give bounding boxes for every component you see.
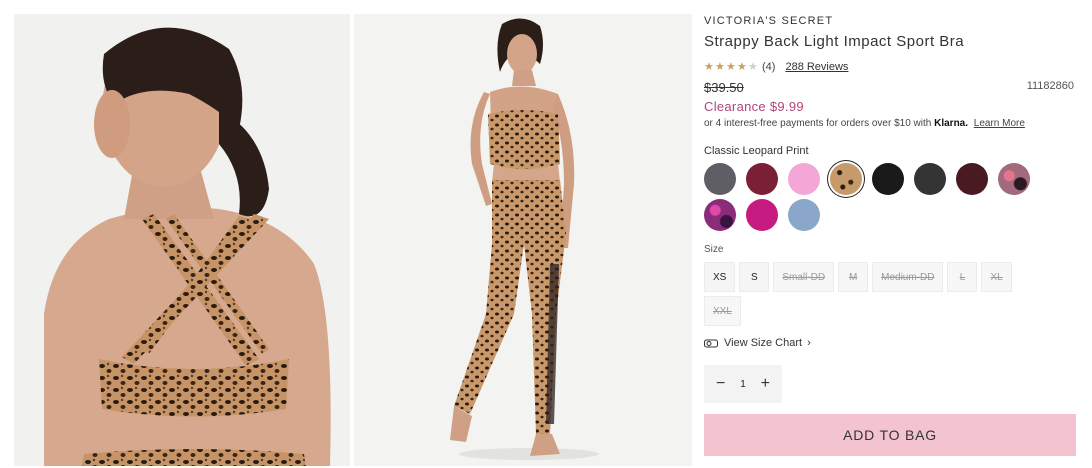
star-rating[interactable]: ★ ★ ★ ★ ★ [704,60,759,73]
installments-text: or 4 interest-free payments for orders o… [704,118,932,129]
size-options: XS S Small-DD M Medium-DD L XL XXL [704,262,1044,326]
color-swatch-purple-floral[interactable] [704,199,736,231]
reviews-link[interactable]: 288 Reviews [785,61,848,73]
size-option-xs[interactable]: XS [704,262,736,292]
rating-count: (4) [762,61,776,73]
back-view-illustration [14,14,350,466]
selected-color-label: Classic Leopard Print [704,145,809,157]
size-option-small-dd[interactable]: Small-DD [773,262,835,292]
size-option-m[interactable]: M [838,262,869,292]
rating-row: ★ ★ ★ ★ ★ (4) 288 Reviews [704,60,1078,74]
original-price: $39.50 [704,80,744,95]
color-swatch-charcoal-print[interactable] [914,163,946,195]
color-swatch-black[interactable] [872,163,904,195]
learn-more-link[interactable]: Learn More [974,118,1025,129]
size-option-medium-dd[interactable]: Medium-DD [872,262,944,292]
size-label: Size [704,244,724,255]
product-gallery [14,14,692,466]
color-swatch-heather-grey[interactable] [704,163,736,195]
color-swatch-classic-leopard[interactable] [830,163,862,195]
star-icon: ★ [715,60,725,73]
color-swatch-burgundy[interactable] [746,163,778,195]
product-photo-full[interactable] [354,14,692,466]
star-empty-icon: ★ [748,60,758,73]
star-icon: ★ [704,60,714,73]
klarna-logo: Klarna. [934,118,969,129]
quantity-stepper: − 1 + [704,365,782,403]
size-option-xl[interactable]: XL [981,262,1012,292]
product-details: VICTORIA'S SECRET Strappy Back Light Imp… [704,14,1078,456]
size-option-xxl[interactable]: XXL [704,296,741,326]
star-icon: ★ [726,60,736,73]
measuring-tape-icon [704,339,718,348]
size-option-l[interactable]: L [947,262,978,292]
add-to-bag-button[interactable]: ADD TO BAG [704,414,1076,456]
product-title: Strappy Back Light Impact Sport Bra [704,33,965,50]
product-photo-back[interactable] [14,14,350,466]
quantity-value[interactable]: 1 [740,379,746,390]
chevron-right-icon: › [807,337,811,349]
size-chart-link[interactable]: View Size Chart › [704,335,1078,351]
size-option-s[interactable]: S [739,262,770,292]
color-swatch-pink-floral[interactable] [998,163,1030,195]
sale-price: Clearance $9.99 [704,99,804,114]
color-swatch-dark-print[interactable] [956,163,988,195]
increase-quantity-button[interactable]: + [761,376,770,392]
color-swatch-blue[interactable] [788,199,820,231]
color-swatches [704,163,1044,231]
size-chart-label: View Size Chart [724,337,803,349]
decrease-quantity-button[interactable]: − [716,376,725,392]
brand-name[interactable]: VICTORIA'S SECRET [704,14,1078,28]
color-swatch-pink[interactable] [788,163,820,195]
product-sku: 11182860 [1026,80,1074,92]
price-row: $39.50 11182860 [704,80,1078,96]
star-icon: ★ [737,60,747,73]
installments-note: or 4 interest-free payments for orders o… [704,117,1078,131]
color-swatch-magenta[interactable] [746,199,778,231]
full-body-illustration [354,14,692,466]
